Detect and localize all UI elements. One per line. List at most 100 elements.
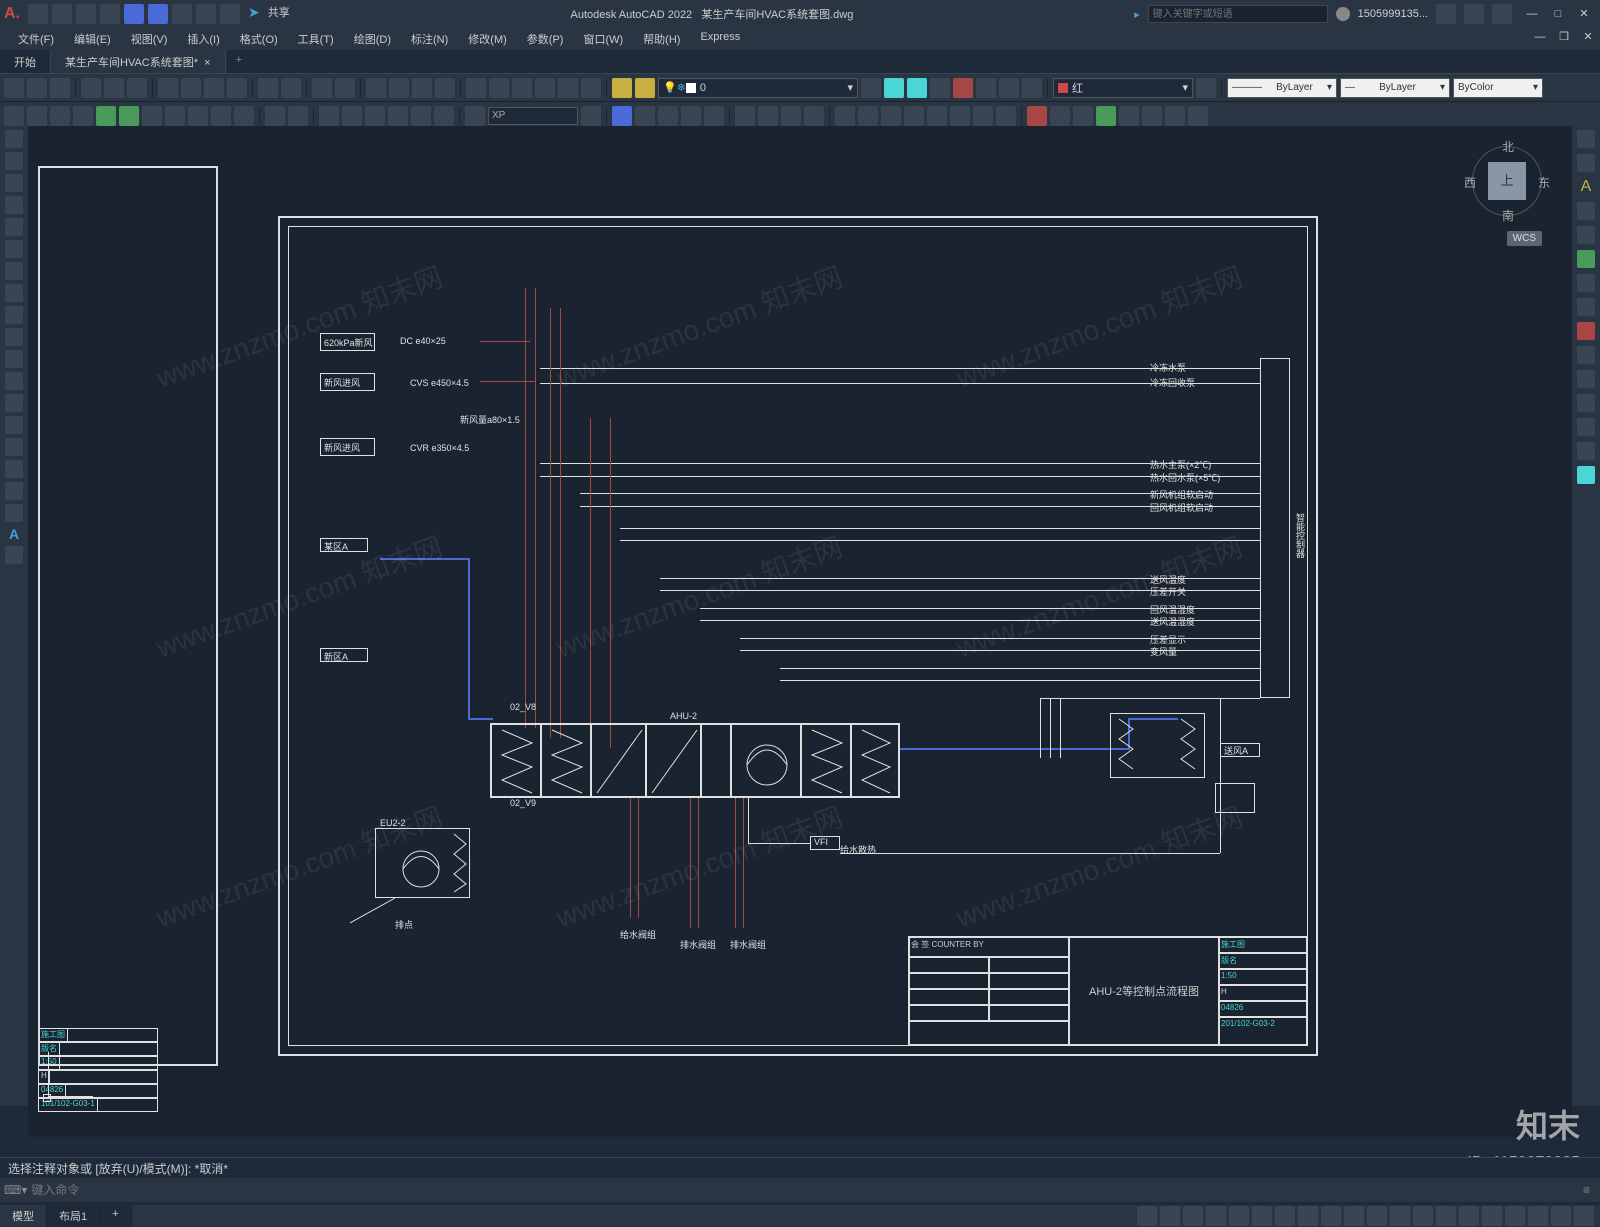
spline-icon[interactable]: [5, 306, 23, 324]
trim-icon[interactable]: [835, 106, 855, 126]
layer-freeze-icon[interactable]: [953, 78, 973, 98]
qnew-icon[interactable]: [4, 78, 24, 98]
right-tb-2-icon[interactable]: [1577, 154, 1595, 172]
units-icon[interactable]: [1459, 1206, 1479, 1226]
arrayedit-icon[interactable]: [1165, 106, 1185, 126]
menu-param[interactable]: 参数(P): [517, 28, 574, 50]
lwt-icon[interactable]: [1321, 1206, 1341, 1226]
pline-icon[interactable]: [5, 174, 23, 192]
layer-off-icon[interactable]: [976, 78, 996, 98]
start-tab[interactable]: 开始: [0, 50, 51, 73]
dim-baseline-icon[interactable]: [211, 106, 231, 126]
model-space-icon[interactable]: [1137, 1206, 1157, 1226]
right-tb-12-icon[interactable]: [1577, 418, 1595, 436]
dim-quick-icon[interactable]: [188, 106, 208, 126]
extend-icon[interactable]: [858, 106, 878, 126]
open-icon[interactable]: [52, 4, 72, 24]
breakpoint-icon[interactable]: [904, 106, 924, 126]
right-tb-10-icon[interactable]: [1577, 370, 1595, 388]
hatch-edit-icon[interactable]: [1096, 106, 1116, 126]
dim-continue-icon[interactable]: [234, 106, 254, 126]
polygon-icon[interactable]: [5, 196, 23, 214]
rectangle-icon[interactable]: [5, 218, 23, 236]
markup-icon[interactable]: [558, 78, 578, 98]
menu-edit[interactable]: 编辑(E): [64, 28, 121, 50]
ellipsearc-icon[interactable]: [5, 350, 23, 368]
sheetset-icon[interactable]: [535, 78, 555, 98]
matchprop-icon[interactable]: [227, 78, 247, 98]
command-search-icon[interactable]: ≡: [1577, 1183, 1596, 1197]
layer-uniso-icon[interactable]: [930, 78, 950, 98]
menu-window[interactable]: 窗口(W): [573, 28, 633, 50]
layer-states-icon[interactable]: [635, 78, 655, 98]
dim-radius-icon[interactable]: [96, 106, 116, 126]
transparency-icon[interactable]: [1344, 1206, 1364, 1226]
array-icon[interactable]: [704, 106, 724, 126]
ellipse-icon[interactable]: [5, 328, 23, 346]
dimstyle-icon[interactable]: [465, 106, 485, 126]
ncopy-icon[interactable]: [1188, 106, 1208, 126]
erase-icon[interactable]: [612, 106, 632, 126]
layer-prev-icon[interactable]: [861, 78, 881, 98]
right-tb-8-icon[interactable]: [1577, 322, 1595, 340]
osnap-icon[interactable]: [1252, 1206, 1272, 1226]
join-icon[interactable]: [927, 106, 947, 126]
cut-icon[interactable]: [158, 78, 178, 98]
right-tb-1-icon[interactable]: [1577, 130, 1595, 148]
dim-space-icon[interactable]: [265, 106, 285, 126]
close-button[interactable]: ✕: [1572, 5, 1596, 23]
revcloud-icon[interactable]: [5, 284, 23, 302]
dim-edit-icon[interactable]: [411, 106, 431, 126]
doc-restore-button[interactable]: ❐: [1552, 28, 1576, 46]
right-tb-13-icon[interactable]: [1577, 442, 1595, 460]
quickcalc-icon[interactable]: [581, 78, 601, 98]
share-label[interactable]: 共享: [268, 4, 290, 24]
menu-express[interactable]: Express: [690, 28, 750, 50]
offset-icon[interactable]: [681, 106, 701, 126]
dim-angular-icon[interactable]: [165, 106, 185, 126]
help-icon[interactable]: [1492, 4, 1512, 24]
make-block-icon[interactable]: [5, 394, 23, 412]
layer-on-icon[interactable]: [999, 78, 1019, 98]
dim-aligned-icon[interactable]: [27, 106, 47, 126]
selectioncycling-icon[interactable]: [1367, 1206, 1387, 1226]
copy2-icon[interactable]: [635, 106, 655, 126]
dim-linear-icon[interactable]: [4, 106, 24, 126]
addselected-icon[interactable]: [5, 546, 23, 564]
blend-icon[interactable]: [996, 106, 1016, 126]
hardware-accel-icon[interactable]: [1505, 1206, 1525, 1226]
right-tb-5-icon[interactable]: [1577, 250, 1595, 268]
rotate-icon[interactable]: [758, 106, 778, 126]
properties-icon[interactable]: [466, 78, 486, 98]
splineedit-icon[interactable]: [1142, 106, 1162, 126]
break-icon[interactable]: [881, 106, 901, 126]
hatch-icon[interactable]: [5, 438, 23, 456]
cleanscreen-icon[interactable]: [1551, 1206, 1571, 1226]
right-tb-9-icon[interactable]: [1577, 346, 1595, 364]
mtext-icon[interactable]: A: [9, 526, 19, 542]
cloud-save-icon[interactable]: [148, 4, 168, 24]
lineweight-dropdown[interactable]: —ByLayer▾: [1340, 78, 1450, 98]
menu-dim[interactable]: 标注(N): [401, 28, 458, 50]
right-tb-7-icon[interactable]: [1577, 298, 1595, 316]
pan-icon[interactable]: [366, 78, 386, 98]
right-tb-6-icon[interactable]: [1577, 274, 1595, 292]
insert-block-icon[interactable]: [5, 372, 23, 390]
preview-icon[interactable]: [104, 78, 124, 98]
drawing-tab[interactable]: 某生产车间HVAC系统套图* ×: [51, 50, 226, 73]
right-tb-4-icon[interactable]: [1577, 226, 1595, 244]
share-icon[interactable]: ➤: [248, 4, 260, 24]
menu-draw[interactable]: 绘图(D): [344, 28, 401, 50]
tab-close-icon[interactable]: ×: [204, 57, 210, 69]
cart-icon[interactable]: [1464, 4, 1484, 24]
designcenter-icon[interactable]: [489, 78, 509, 98]
dim-diameter-icon[interactable]: [119, 106, 139, 126]
menu-format[interactable]: 格式(O): [230, 28, 288, 50]
table-icon[interactable]: [5, 504, 23, 522]
saveas-icon[interactable]: [100, 4, 120, 24]
command-input[interactable]: [31, 1183, 1577, 1197]
menu-help[interactable]: 帮助(H): [633, 28, 690, 50]
undo2-icon[interactable]: [312, 78, 332, 98]
dynamic-input-icon[interactable]: [1390, 1206, 1410, 1226]
pedit-icon[interactable]: [1119, 106, 1139, 126]
